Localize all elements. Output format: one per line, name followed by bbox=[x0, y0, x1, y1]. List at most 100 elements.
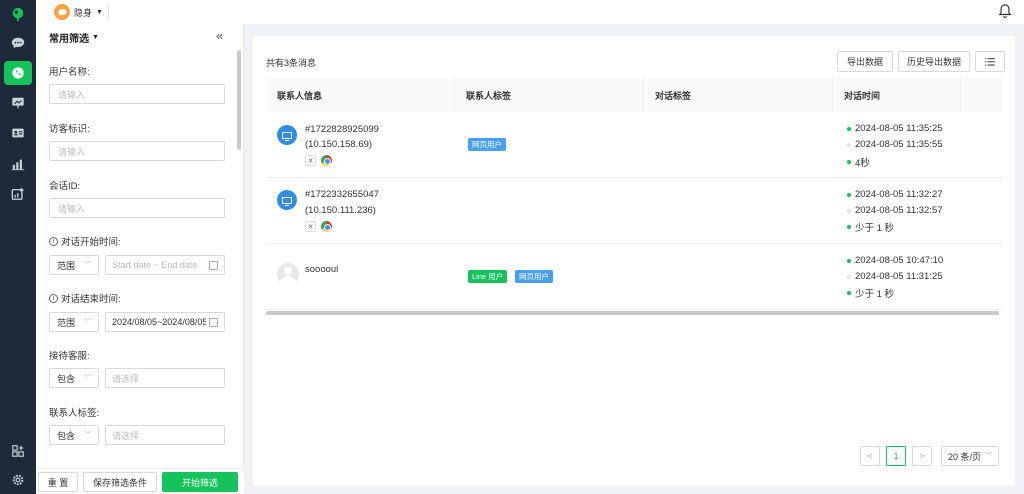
filter-title: 常用筛选 bbox=[49, 34, 89, 45]
visitor-label: 访客标识: bbox=[49, 124, 90, 135]
next-page-button[interactable]: > bbox=[912, 446, 932, 466]
collapse-panel-icon[interactable]: « bbox=[216, 28, 223, 43]
top-bar: 隐身 ▼ bbox=[36, 0, 1024, 24]
apps-grid-icon[interactable] bbox=[4, 439, 32, 463]
column-header: 对话标签 bbox=[644, 78, 833, 112]
desktop-avatar-icon bbox=[277, 125, 297, 145]
chevron-down-icon: ﹀ bbox=[84, 432, 91, 439]
page-1-button[interactable]: 1 bbox=[886, 446, 906, 466]
filter-scrollbar[interactable] bbox=[237, 50, 241, 150]
user-avatar-icon bbox=[277, 263, 299, 285]
filter-panel: 常用筛选 ▼ « 用户名称: 请输入 访客标识: 请输入 会话ID: 请输入 i… bbox=[36, 24, 244, 494]
filter-footer: 重 置 保存筛选条件 开始筛选 bbox=[36, 468, 244, 494]
settings-icon[interactable] bbox=[4, 468, 32, 492]
chrome-icon bbox=[321, 155, 332, 166]
bell-icon[interactable] bbox=[998, 3, 1014, 21]
presentation-icon[interactable] bbox=[4, 91, 32, 115]
save-filter-button[interactable]: 保存筛选条件 bbox=[83, 472, 157, 492]
caret-down-icon: ▼ bbox=[96, 8, 103, 16]
visitor-input[interactable]: 请输入 bbox=[49, 141, 225, 161]
time-line: 2024-08-05 11:31:25 bbox=[847, 271, 943, 282]
chevron-down-icon: ﹀ bbox=[84, 375, 91, 382]
column-header: 联系人标签 bbox=[455, 78, 644, 112]
contact-name: sooooul bbox=[305, 264, 339, 275]
column-settings-button[interactable] bbox=[975, 51, 1005, 72]
contact-tag-select[interactable]: 请选择 bbox=[105, 425, 225, 445]
session-label: 会话ID: bbox=[49, 181, 81, 192]
filter-title-dropdown[interactable]: 常用筛选 ▼ bbox=[49, 30, 99, 45]
time-line: 4秒 bbox=[847, 155, 870, 169]
agent-mode-select[interactable]: 包含 ﹀ bbox=[49, 368, 99, 388]
end-time: 2024-08-05 11:35:55 bbox=[855, 139, 943, 150]
duration: 少于 1 秒 bbox=[855, 289, 895, 300]
chat-bubble-icon[interactable] bbox=[4, 31, 32, 55]
table-horizontal-scrollbar[interactable] bbox=[266, 311, 999, 315]
start-time: 2024-08-05 11:32:27 bbox=[855, 189, 943, 200]
time-line: 2024-08-05 11:32:57 bbox=[847, 205, 943, 216]
calendar-icon bbox=[209, 317, 218, 327]
info-icon: i bbox=[49, 293, 58, 303]
end-time-mode-select[interactable]: 范围 ﹀ bbox=[49, 312, 99, 332]
end-time-value: 2024/08/05~2024/08/05 bbox=[112, 317, 206, 327]
end-time-mode: 范围 bbox=[57, 317, 76, 328]
page-size-select[interactable]: 20 条/页 ﹀ bbox=[941, 446, 999, 466]
end-time-range-picker[interactable]: 2024/08/05~2024/08/05 bbox=[105, 312, 225, 332]
agent-mode: 包含 bbox=[57, 373, 76, 384]
info-icon: i bbox=[49, 236, 58, 246]
time-line: 2024-08-05 10:47:10 bbox=[847, 255, 943, 266]
contact-tag-mode-select[interactable]: 包含 ﹀ bbox=[49, 425, 99, 445]
contact-card-icon[interactable] bbox=[4, 121, 32, 145]
table-header: 联系人信息 联系人标签 对话标签 对话时间 bbox=[266, 78, 1003, 112]
chevron-down-icon: ﹀ bbox=[985, 453, 992, 460]
contact-ip: (10.150.111.236) bbox=[305, 205, 376, 216]
list-icon bbox=[985, 57, 995, 66]
status-avatar-icon bbox=[54, 4, 70, 20]
contact-tag-label: 联系人标签: bbox=[49, 408, 100, 419]
os-icon: ✕ bbox=[305, 155, 316, 166]
chrome-icon bbox=[321, 221, 332, 232]
column-header: 联系人信息 bbox=[266, 78, 455, 112]
username-input[interactable]: 请输入 bbox=[49, 84, 225, 104]
chevron-down-icon: ﹀ bbox=[84, 319, 91, 326]
divider bbox=[108, 5, 109, 19]
device-icons: ✕ bbox=[305, 221, 332, 232]
duration: 少于 1 秒 bbox=[855, 223, 895, 234]
contact-name: #1722828925099 bbox=[305, 124, 379, 135]
device-icons: ✕ bbox=[305, 155, 332, 166]
end-time-label-row: i 对话结束时间: bbox=[49, 291, 121, 305]
start-time: 2024-08-05 10:47:10 bbox=[855, 255, 944, 266]
start-time-mode-select[interactable]: 范围 ﹀ bbox=[49, 255, 99, 275]
time-line: 少于 1 秒 bbox=[847, 220, 894, 234]
table-row[interactable]: #1722828925099 (10.150.158.69) ✕ 网页用户 20… bbox=[266, 112, 1003, 178]
contact-name: #1722332655047 bbox=[305, 189, 379, 200]
agent-select[interactable]: 请选择 bbox=[105, 368, 225, 388]
bar-chart-icon[interactable] bbox=[4, 152, 32, 176]
export-button[interactable]: 导出数据 bbox=[837, 51, 893, 72]
icon-rail bbox=[0, 0, 36, 494]
start-time-range-picker[interactable]: Start date ~ End date bbox=[105, 255, 225, 275]
page-size-value: 20 条/页 bbox=[948, 451, 982, 462]
logo-icon[interactable] bbox=[4, 2, 32, 26]
desktop-avatar-icon bbox=[277, 190, 297, 210]
table-row[interactable]: #1722332655047 (10.150.111.236) ✕ 2024-0… bbox=[266, 178, 1003, 244]
history-export-button[interactable]: 历史导出数据 bbox=[898, 51, 970, 72]
prev-page-button[interactable]: < bbox=[860, 446, 880, 466]
contact-ip: (10.150.158.69) bbox=[305, 139, 373, 150]
time-line: 2024-08-05 11:35:55 bbox=[847, 139, 943, 150]
agent-label: 接待客服: bbox=[49, 351, 90, 362]
status-dropdown[interactable]: 隐身 ▼ bbox=[54, 3, 103, 21]
add-app-icon[interactable] bbox=[4, 182, 32, 206]
start-time-label: 对话开始时间: bbox=[61, 237, 121, 248]
username-label: 用户名称: bbox=[49, 67, 90, 78]
caret-down-icon: ▼ bbox=[92, 34, 99, 41]
end-time-label: 对话结束时间: bbox=[61, 294, 121, 305]
table-row[interactable]: sooooul Line 用户 网页用户 2024-08-05 10:47:10… bbox=[266, 244, 1003, 310]
status-label: 隐身 bbox=[74, 7, 93, 18]
start-time-label-row: i 对话开始时间: bbox=[49, 234, 121, 248]
session-input[interactable]: 请输入 bbox=[49, 198, 225, 218]
end-time: 2024-08-05 11:31:25 bbox=[855, 271, 943, 282]
conversation-history-icon[interactable] bbox=[4, 61, 32, 85]
reset-button[interactable]: 重 置 bbox=[38, 472, 78, 492]
calendar-icon bbox=[209, 260, 218, 270]
start-filter-button[interactable]: 开始筛选 bbox=[162, 472, 238, 492]
